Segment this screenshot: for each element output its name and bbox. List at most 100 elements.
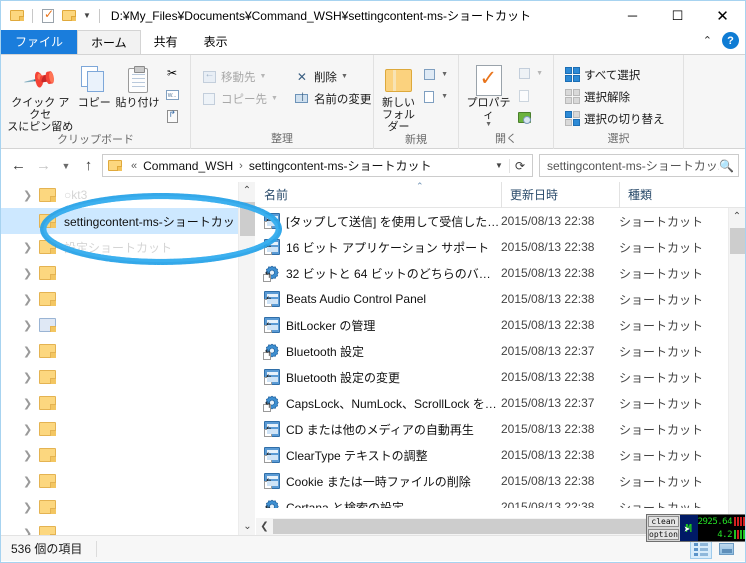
chevron-down-icon[interactable]: ▼ xyxy=(441,93,448,100)
breadcrumb-separator[interactable]: › xyxy=(235,160,247,172)
tab-view[interactable]: 表示 xyxy=(191,30,241,54)
chevron-right-icon[interactable]: ❯ xyxy=(23,397,32,410)
tree-item[interactable]: ❯ xyxy=(1,286,255,312)
edit-button[interactable] xyxy=(512,85,547,106)
breadcrumb-item-1[interactable]: settingcontent-ms-ショートカット xyxy=(247,157,434,174)
file-name-cell[interactable]: ClearType テキストの調整 xyxy=(256,447,501,464)
scroll-up-button[interactable]: ⌃ xyxy=(239,182,255,199)
list-scroll-thumb[interactable] xyxy=(730,228,745,254)
tree-item[interactable]: ❯ xyxy=(1,260,255,286)
file-row[interactable]: ClearType テキストの調整 2015/08/13 22:38 ショートカット xyxy=(256,442,745,468)
select-none-button[interactable]: 選択解除 xyxy=(560,86,677,107)
history-button[interactable] xyxy=(512,107,547,128)
new-item-button[interactable]: ▼ xyxy=(417,64,452,85)
recent-locations-button[interactable]: ▼ xyxy=(57,154,75,178)
file-row[interactable]: BitLocker の管理 2015/08/13 22:38 ショートカット xyxy=(256,312,745,338)
properties-button[interactable]: プロパティ ▼ xyxy=(465,60,512,128)
file-name-cell[interactable]: [タップして送信] を使用して受信したコンテンツ... xyxy=(256,213,501,230)
chevron-right-icon[interactable]: ❯ xyxy=(23,475,32,488)
move-to-button[interactable]: ← 移動先 ▼ xyxy=(197,66,282,87)
tab-file[interactable]: ファイル xyxy=(1,30,78,54)
file-row[interactable]: CapsLock、NumLock、ScrollLock を押した...2015/… xyxy=(256,390,745,416)
file-name-cell[interactable]: Bluetooth 設定 xyxy=(256,343,501,360)
gadget-option-button[interactable]: option xyxy=(648,529,679,540)
paste-button[interactable]: 貼り付け xyxy=(115,60,160,109)
new-folder-button[interactable]: 新しい フォルダー xyxy=(380,60,417,133)
chevron-right-icon[interactable]: ❯ xyxy=(23,449,32,462)
file-name-cell[interactable]: 32 ビットと 64 ビットのどちらのバージョンの Win... xyxy=(256,265,501,282)
file-row[interactable]: 16 ビット アプリケーション サポート 2015/08/13 22:38 ショート… xyxy=(256,234,745,260)
tree-item[interactable]: ❯ xyxy=(1,364,255,390)
tree-item[interactable]: ❯ ○kt3 xyxy=(1,182,255,208)
file-row[interactable]: Cortana と検索の設定 2015/08/13 22:38 ショートカット xyxy=(256,494,745,508)
chevron-down-icon[interactable]: ▼ xyxy=(489,161,509,170)
tree-item[interactable]: ❯ xyxy=(1,312,255,338)
chevron-right-icon[interactable]: ❯ xyxy=(23,241,32,254)
up-button[interactable]: ↑ xyxy=(77,154,100,178)
copy-to-button[interactable]: コピー先 ▼ xyxy=(197,88,282,109)
file-name-cell[interactable]: BitLocker の管理 xyxy=(256,317,501,334)
chevron-right-icon[interactable]: ❯ xyxy=(23,501,32,514)
details-view-button[interactable] xyxy=(690,539,712,559)
chevron-right-icon[interactable]: ❯ xyxy=(23,371,32,384)
file-name-cell[interactable]: CapsLock、NumLock、ScrollLock を押した... xyxy=(256,395,501,412)
nav-scroll-thumb[interactable] xyxy=(240,202,255,236)
tab-home[interactable]: ホーム xyxy=(77,30,141,54)
file-name-cell[interactable]: Cortana と検索の設定 xyxy=(256,499,501,508)
search-input[interactable]: settingcontent-ms-ショートカッ... xyxy=(547,157,719,174)
column-header-name[interactable]: 名前 xyxy=(256,182,501,208)
file-row[interactable]: [タップして送信] を使用して受信したコンテンツ...2015/08/13 22… xyxy=(256,208,745,234)
search-icon[interactable]: 🔍 xyxy=(719,159,734,173)
invert-selection-button[interactable]: 選択の切り替え xyxy=(560,108,677,129)
chevron-down-icon[interactable]: ▼ xyxy=(341,73,348,80)
file-name-cell[interactable]: 16 ビット アプリケーション サポート xyxy=(256,239,501,256)
chevron-up-icon[interactable]: ⌃ xyxy=(703,34,712,47)
chevron-right-icon[interactable]: ❯ xyxy=(23,267,32,280)
rename-button[interactable]: | 名前の変更 xyxy=(290,88,376,109)
chevron-down-icon[interactable]: ▼ xyxy=(485,121,492,128)
chevron-right-icon[interactable]: ❯ xyxy=(23,293,32,306)
breadcrumb-bar[interactable]: « Command_WSH › settingcontent-ms-ショートカッ… xyxy=(102,154,533,177)
chevron-right-icon[interactable]: ❯ xyxy=(23,423,32,436)
file-row[interactable]: Cookie または一時ファイルの削除 2015/08/13 22:38 ショートカ… xyxy=(256,468,745,494)
chevron-down-icon[interactable]: ▼ xyxy=(260,73,267,80)
back-button[interactable]: ← xyxy=(7,154,30,178)
large-icons-view-button[interactable] xyxy=(715,539,737,559)
breadcrumb-overflow[interactable]: « xyxy=(127,160,141,172)
tree-item[interactable]: settingcontent-ms-ショートカット xyxy=(1,208,255,234)
chevron-right-icon[interactable]: ❯ xyxy=(23,189,32,202)
folder-icon[interactable] xyxy=(8,7,26,25)
column-header-type[interactable]: 種類 xyxy=(619,181,745,208)
chevron-right-icon[interactable]: ❯ xyxy=(23,527,32,536)
memory-gadget[interactable]: clean option M ➤ 2925.64 4.2 xyxy=(646,514,745,542)
file-row[interactable]: CD または他のメディアの自動再生 2015/08/13 22:38 ショートカット xyxy=(256,416,745,442)
easy-access-button[interactable]: ▼ xyxy=(417,86,452,107)
maximize-button[interactable]: ☐ xyxy=(655,1,700,30)
chevron-down-icon[interactable]: ▼ xyxy=(441,71,448,78)
file-name-cell[interactable]: Beats Audio Control Panel xyxy=(256,291,501,307)
chevron-down-icon[interactable]: ▼ xyxy=(271,95,278,102)
file-row[interactable]: Beats Audio Control Panel 2015/08/13 22:3… xyxy=(256,286,745,312)
properties-icon[interactable] xyxy=(39,7,57,25)
cut-button[interactable]: ✂ xyxy=(160,62,184,83)
close-button[interactable]: ✕ xyxy=(700,1,745,30)
pin-to-quick-access-button[interactable]: 📌 クイック アクセ スにピン留め xyxy=(7,60,74,133)
chevron-right-icon[interactable]: ❯ xyxy=(23,319,32,332)
forward-button[interactable]: → xyxy=(32,154,55,178)
list-scrollbar[interactable]: ⌃ ⌄ xyxy=(728,208,745,534)
scroll-left-button[interactable]: ❮ xyxy=(256,518,273,535)
nav-scrollbar[interactable]: ⌃ ⌄ xyxy=(238,182,255,535)
open-button[interactable]: ▼ xyxy=(512,63,547,84)
column-header-date[interactable]: 更新日時 xyxy=(501,181,619,208)
select-all-button[interactable]: すべて選択 xyxy=(560,64,677,85)
chevron-down-icon[interactable]: ▼ xyxy=(81,11,93,20)
file-row[interactable]: Bluetooth 設定 2015/08/13 22:37 ショートカット xyxy=(256,338,745,364)
paste-shortcut-button[interactable]: ↱ xyxy=(160,106,184,127)
file-name-cell[interactable]: Cookie または一時ファイルの削除 xyxy=(256,473,501,490)
minimize-button[interactable]: ─ xyxy=(610,1,655,30)
breadcrumb-item-0[interactable]: Command_WSH xyxy=(141,159,235,173)
chevron-down-icon[interactable]: ▼ xyxy=(536,70,543,77)
copy-path-button[interactable]: W... xyxy=(160,84,184,105)
delete-button[interactable]: ✕ 削除 ▼ xyxy=(290,66,376,87)
tab-share[interactable]: 共有 xyxy=(141,30,191,54)
